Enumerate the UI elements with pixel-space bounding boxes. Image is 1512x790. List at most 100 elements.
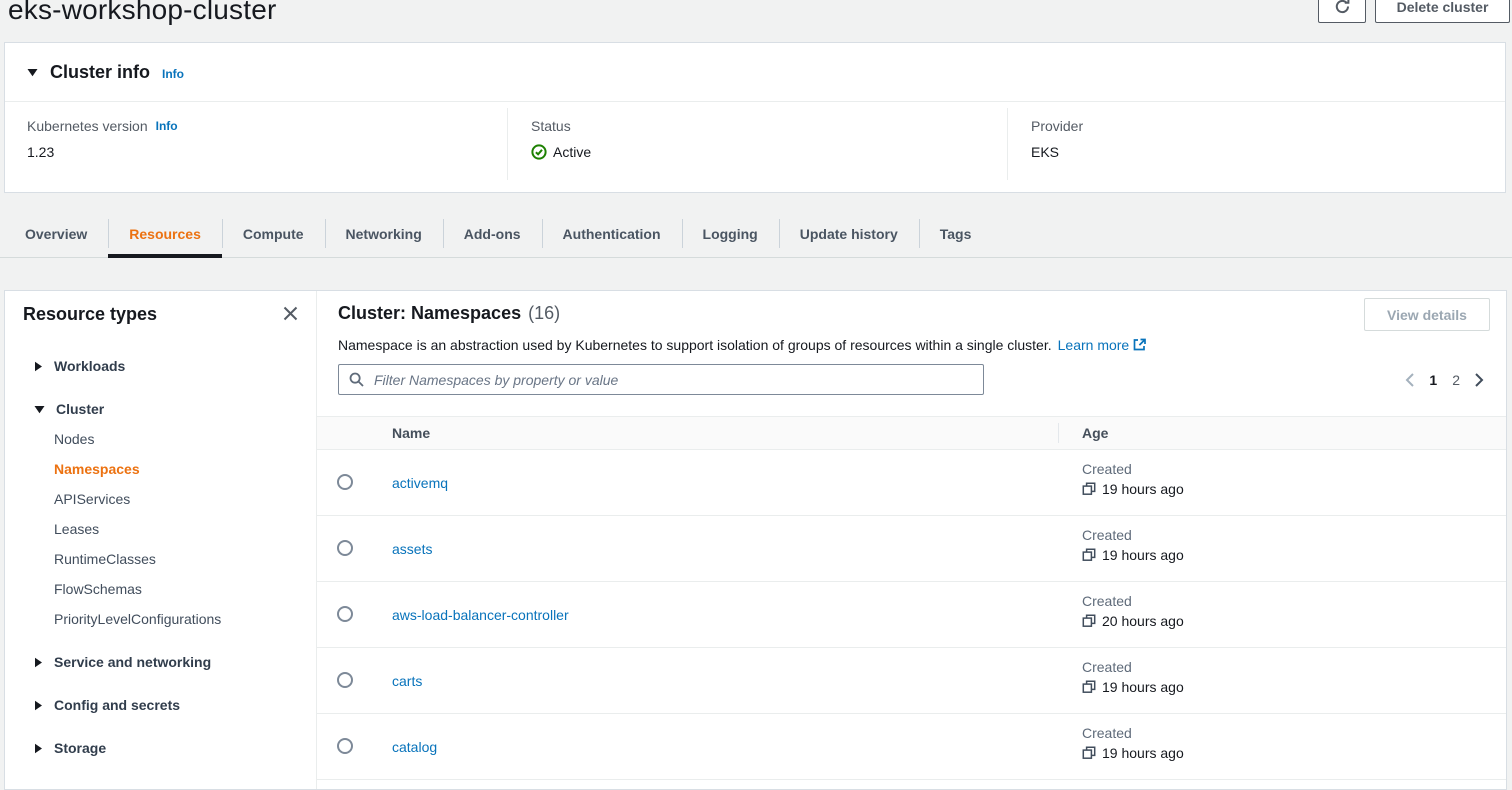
age-value: 20 hours ago [1082, 613, 1184, 629]
cell-name: catalog [392, 714, 437, 779]
tab-logging[interactable]: Logging [682, 210, 779, 257]
copy-icon[interactable] [1082, 746, 1096, 760]
namespaces-table: Name Age activemqCreated19 hours agoasse… [317, 416, 1506, 780]
chevron-right-icon [34, 657, 43, 668]
resource-types-tree: Workloads ClusterNodesNamespacesAPIServic… [34, 351, 306, 763]
group-cluster[interactable]: Cluster [34, 394, 306, 424]
field-status: Status Active [531, 118, 591, 160]
view-details-button[interactable]: View details [1364, 298, 1490, 331]
previous-page-icon[interactable] [1405, 373, 1414, 387]
copy-icon[interactable] [1082, 680, 1096, 694]
namespace-link-assets[interactable]: assets [392, 541, 432, 557]
next-page-icon[interactable] [1475, 373, 1484, 387]
sidebar-item-prioritylevelconfigurations[interactable]: PriorityLevelConfigurations [54, 604, 306, 634]
page-title: eks-workshop-cluster [8, 0, 277, 26]
age-created-label: Created [1082, 593, 1184, 609]
cell-name: aws-load-balancer-controller [392, 582, 569, 647]
chevron-right-icon [34, 743, 43, 754]
age-created-label: Created [1082, 527, 1184, 543]
provider-label: Provider [1031, 118, 1083, 134]
tab-overview[interactable]: Overview [4, 210, 108, 257]
copy-icon[interactable] [1082, 482, 1096, 496]
table-count: (16) [528, 303, 560, 324]
delete-cluster-button[interactable]: Delete cluster [1375, 0, 1510, 23]
tab-update-history[interactable]: Update history [779, 210, 919, 257]
close-icon[interactable] [281, 304, 300, 323]
collapse-caret-icon[interactable] [27, 68, 38, 77]
cell-age: Created 19 hours ago [1082, 725, 1184, 761]
sidebar-item-flowschemas[interactable]: FlowSchemas [54, 574, 306, 604]
row-radio-button[interactable] [337, 540, 353, 556]
column-header-age[interactable]: Age [1082, 417, 1108, 449]
namespace-link-activemq[interactable]: activemq [392, 475, 448, 491]
age-value: 19 hours ago [1082, 547, 1184, 563]
cluster-info-info-link[interactable]: Info [162, 67, 184, 81]
cell-name: assets [392, 516, 432, 581]
group-config-and-secrets[interactable]: Config and secrets [34, 690, 306, 720]
resource-types-panel: Resource types WorkloadsClusterNodesName… [5, 291, 317, 789]
chevron-right-icon [34, 700, 43, 711]
sidebar-item-leases[interactable]: Leases [54, 514, 306, 544]
table-row: aws-load-balancer-controller Created 20 ho… [317, 582, 1506, 648]
tab-tags[interactable]: Tags [919, 210, 993, 257]
refresh-button[interactable] [1318, 0, 1366, 23]
tab-add-ons[interactable]: Add-ons [443, 210, 542, 257]
cell-name: carts [392, 648, 422, 713]
filter-input[interactable] [372, 371, 983, 389]
learn-more-link[interactable]: Learn more [1058, 337, 1130, 353]
refresh-icon [1334, 0, 1351, 15]
page-1[interactable]: 1 [1429, 372, 1437, 388]
sidebar-item-apiservices[interactable]: APIServices [54, 484, 306, 514]
group-service-and-networking[interactable]: Service and networking [34, 647, 306, 677]
namespace-link-carts[interactable]: carts [392, 673, 422, 689]
cluster-info-header[interactable]: Cluster info Info [5, 43, 1505, 102]
age-created-label: Created [1082, 461, 1184, 477]
copy-icon[interactable] [1082, 614, 1096, 628]
sidebar-item-nodes[interactable]: Nodes [54, 424, 306, 454]
status-ok-icon [531, 144, 547, 160]
tab-resources[interactable]: Resources [108, 210, 222, 257]
table-row: assets Created 19 hours ago [317, 516, 1506, 582]
column-divider [1058, 423, 1059, 443]
cluster-info-card: Cluster info Info Kubernetes version Inf… [4, 42, 1506, 193]
sidebar-item-namespaces[interactable]: Namespaces [54, 454, 306, 484]
row-radio-button[interactable] [337, 672, 353, 688]
sidebar-item-runtimeclasses[interactable]: RuntimeClasses [54, 544, 306, 574]
cell-age: Created 19 hours ago [1082, 527, 1184, 563]
search-icon [349, 372, 364, 387]
kubernetes-version-info-link[interactable]: Info [156, 119, 178, 133]
row-radio-button[interactable] [337, 606, 353, 622]
group-label: Workloads [54, 358, 125, 374]
group-label: Config and secrets [54, 697, 180, 713]
namespace-link-aws-load-balancer-controller[interactable]: aws-load-balancer-controller [392, 607, 569, 623]
row-radio-button[interactable] [337, 738, 353, 754]
tab-compute[interactable]: Compute [222, 210, 325, 257]
namespaces-main: Cluster: Namespaces (16) View details Na… [317, 291, 1506, 789]
tab-bar: OverviewResourcesComputeNetworkingAdd-on… [0, 210, 1512, 258]
copy-icon[interactable] [1082, 548, 1096, 562]
namespace-link-catalog[interactable]: catalog [392, 739, 437, 755]
tab-authentication[interactable]: Authentication [542, 210, 682, 257]
table-title: Cluster: Namespaces [338, 303, 521, 324]
external-link-icon [1129, 337, 1146, 353]
table-header-row: Name Age [317, 417, 1506, 450]
age-text: 19 hours ago [1102, 547, 1184, 563]
group-storage[interactable]: Storage [34, 733, 306, 763]
column-header-name[interactable]: Name [392, 417, 430, 449]
age-value: 19 hours ago [1082, 745, 1184, 761]
provider-value: EKS [1031, 144, 1083, 160]
group-label: Storage [54, 740, 106, 756]
tab-networking[interactable]: Networking [325, 210, 443, 257]
age-created-label: Created [1082, 725, 1184, 741]
group-workloads[interactable]: Workloads [34, 351, 306, 381]
row-radio-button[interactable] [337, 474, 353, 490]
age-text: 20 hours ago [1102, 613, 1184, 629]
table-description: Namespace is an abstraction used by Kube… [338, 337, 1052, 353]
group-children-cluster: NodesNamespacesAPIServicesLeasesRuntimeC… [54, 424, 306, 634]
cell-age: Created19 hours ago [1082, 659, 1184, 695]
field-provider: Provider EKS [1031, 118, 1083, 160]
group-label: Service and networking [54, 654, 211, 670]
page-2[interactable]: 2 [1452, 372, 1460, 388]
filter-box [338, 364, 984, 395]
cell-age: Created19 hours ago [1082, 461, 1184, 497]
